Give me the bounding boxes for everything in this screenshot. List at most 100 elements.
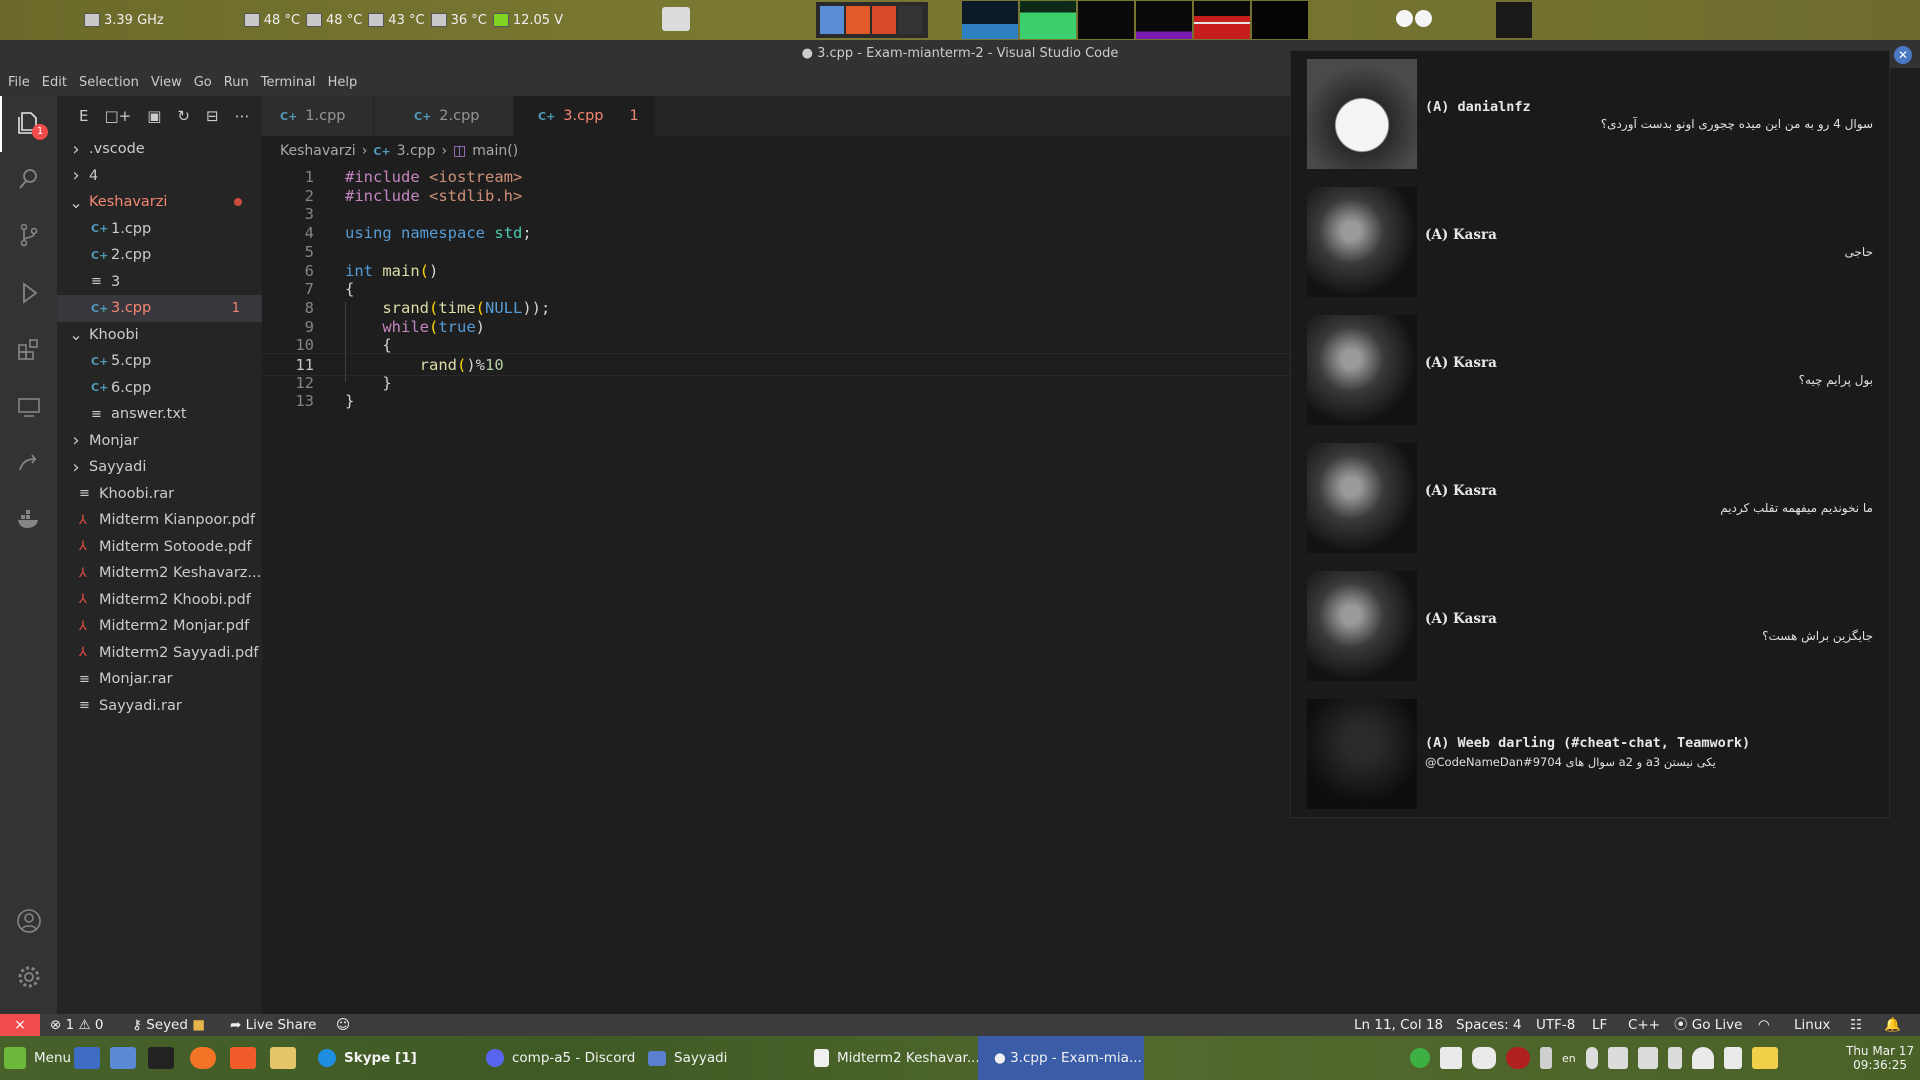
docker-icon[interactable] <box>14 504 44 534</box>
taskbar-skype[interactable]: Skype [1] <box>310 1036 425 1080</box>
tree-item[interactable]: ⅄ Midterm2 Monjar.pdf <box>57 613 262 640</box>
discord-tray-icon[interactable] <box>1472 1047 1496 1069</box>
taskbar-vscode[interactable]: ● 3.cpp - Exam-mia... <box>978 1036 1144 1080</box>
breadcrumb-folder[interactable]: Keshavarzi <box>280 143 356 159</box>
live-share-icon[interactable] <box>14 448 44 478</box>
update-check-icon[interactable] <box>1410 1048 1430 1068</box>
tree-item[interactable]: › 4 <box>57 163 262 190</box>
workspace-switcher-icon[interactable] <box>662 7 690 31</box>
accounts-icon[interactable] <box>14 906 44 936</box>
cpu-monitor[interactable]: 3.39 GHz <box>84 13 164 28</box>
tree-item[interactable]: ≡ Sayyadi.rar <box>57 693 262 720</box>
tree-item[interactable]: ⅄ Midterm2 Sayyadi.pdf <box>57 640 262 667</box>
tree-item[interactable]: ≡ answer.txt <box>57 401 262 428</box>
new-file-icon[interactable]: □+ <box>104 107 131 125</box>
cursor-position[interactable]: Ln 11, Col 18 <box>1354 1014 1443 1036</box>
tree-item[interactable]: ≡ 3 <box>57 269 262 296</box>
code-editor[interactable]: 1 #include <iostream> 2 #include <stdlib.h>… <box>262 162 1290 1014</box>
files-icon[interactable] <box>110 1036 136 1080</box>
tree-item[interactable]: ⅄ Midterm Sotoode.pdf <box>57 534 262 561</box>
platform-indicator[interactable]: Linux <box>1794 1014 1830 1036</box>
vscode-tray-icon[interactable] <box>1440 1047 1462 1069</box>
tree-item[interactable]: › Monjar <box>57 428 262 455</box>
tree-item[interactable]: ⅄ Midterm2 Keshavarz... <box>57 560 262 587</box>
installer-icon[interactable] <box>270 1036 296 1080</box>
terminal-icon[interactable] <box>148 1036 174 1080</box>
remote-explorer-icon[interactable] <box>14 392 44 422</box>
tree-item[interactable]: ⅄ Midterm Kianpoor.pdf <box>57 507 262 534</box>
tree-item[interactable]: ≡ Khoobi.rar <box>57 481 262 508</box>
notification-item[interactable]: (A) danialnfz سوال 4 رو به من این میده چج… <box>1299 59 1883 171</box>
collapse-all-icon[interactable]: ⊟ <box>206 107 219 125</box>
language-mode[interactable]: C++ <box>1628 1014 1660 1036</box>
notes-icon[interactable] <box>1751 1047 1778 1069</box>
menu-terminal[interactable]: Terminal <box>255 75 322 90</box>
tree-item[interactable]: C+ 6.cpp <box>57 375 262 402</box>
tree-item[interactable]: ≡ Monjar.rar <box>57 666 262 693</box>
pinned-app-icons[interactable] <box>816 2 928 38</box>
tab-2-cpp[interactable]: C+ 2.cpp <box>374 96 514 136</box>
tree-item[interactable]: C+ 5.cpp <box>57 348 262 375</box>
feedback-icon[interactable]: ☷ <box>1850 1014 1862 1036</box>
notification-item[interactable]: (A) Kasra ما نخوندیم میفهمه تقلب کردیم <box>1299 443 1883 555</box>
taskbar-discord[interactable]: comp-a5 - Discord <box>478 1036 643 1080</box>
run-debug-icon[interactable] <box>14 278 44 308</box>
clipboard-icon[interactable] <box>1723 1047 1742 1069</box>
notification-item[interactable]: (A) Weeb darling (#cheat-chat, Teamwork)… <box>1299 699 1883 811</box>
menu-view[interactable]: View <box>145 75 188 90</box>
taskbar-pdf-viewer[interactable]: Midterm2 Keshavar... <box>806 1036 988 1080</box>
menu-help[interactable]: Help <box>322 75 364 90</box>
terminal-icon[interactable] <box>898 6 922 34</box>
show-desktop-icon[interactable] <box>74 1036 100 1080</box>
breadcrumb-symbol[interactable]: main() <box>472 143 518 159</box>
volume-icon[interactable] <box>1607 1047 1628 1069</box>
temp-monitor-2[interactable]: 48 °C <box>306 13 362 28</box>
temp-monitor-1[interactable]: 48 °C <box>243 13 300 28</box>
more-actions-icon[interactable]: ⋯ <box>235 107 250 125</box>
refresh-icon[interactable]: ↻ <box>177 107 190 125</box>
menu-selection[interactable]: Selection <box>73 75 145 90</box>
remote-indicator-icon[interactable]: ⨯ <box>0 1014 40 1036</box>
feedback-smiley-icon[interactable]: ☺ <box>336 1014 350 1036</box>
notification-item[interactable]: (A) Kasra بول پرایم چیه؟ <box>1299 315 1883 427</box>
shield-icon[interactable] <box>1637 1047 1658 1069</box>
code-widget-icon[interactable] <box>1496 2 1532 38</box>
vscode-icon[interactable] <box>820 6 844 34</box>
menu-go[interactable]: Go <box>188 75 218 90</box>
account-status[interactable]: ⚷ Seyed ■ <box>132 1014 205 1036</box>
search-icon[interactable] <box>14 164 44 194</box>
settings-gear-icon[interactable] <box>14 962 44 992</box>
voltage-monitor[interactable]: 12.05 V <box>492 13 563 28</box>
menu-run[interactable]: Run <box>218 75 255 90</box>
code-line[interactable]: 13} <box>262 390 1290 413</box>
new-folder-icon[interactable]: ▣ <box>147 107 161 125</box>
start-menu-button[interactable]: Menu <box>4 1036 71 1080</box>
menu-file[interactable]: File <box>2 75 36 90</box>
breadcrumb-file[interactable]: 3.cpp <box>397 143 436 159</box>
wifi-icon[interactable] <box>1691 1047 1714 1069</box>
live-share-button[interactable]: ➦ Live Share <box>230 1014 316 1036</box>
menu-edit[interactable]: Edit <box>36 75 73 90</box>
tree-item[interactable]: ⌄ Keshavarzi <box>57 189 262 216</box>
brave-icon[interactable] <box>846 6 870 34</box>
tree-item[interactable]: C+ 3.cpp 1 <box>57 295 262 322</box>
tree-item[interactable]: C+ 2.cpp <box>57 242 262 269</box>
keyboard-layout[interactable]: en <box>1562 1052 1576 1065</box>
brave-icon[interactable] <box>230 1036 256 1080</box>
tree-item[interactable]: ⅄ Midterm2 Khoobi.pdf <box>57 587 262 614</box>
taskbar-sayyadi-folder[interactable]: Sayyadi <box>640 1036 735 1080</box>
problems-indicator[interactable]: ⊗ 1 ⚠ 0 <box>50 1014 104 1036</box>
speaker-icon[interactable] <box>1667 1047 1682 1069</box>
firefox-icon[interactable] <box>190 1036 216 1080</box>
tab-3-cpp[interactable]: C+ 3.cpp 1 <box>514 96 656 136</box>
clock[interactable]: Thu Mar 17 09:36:25 <box>1846 1036 1914 1080</box>
tree-item[interactable]: C+ 1.cpp <box>57 216 262 243</box>
indentation[interactable]: Spaces: 4 <box>1456 1014 1522 1036</box>
notifications-bell-icon[interactable]: 🔔 <box>1884 1014 1901 1036</box>
tree-item[interactable]: › .vscode <box>57 136 262 163</box>
tree-item[interactable]: › Sayyadi <box>57 454 262 481</box>
notification-item[interactable]: (A) Kasra جایگزین براش هست؟ <box>1299 571 1883 683</box>
recorder-icon[interactable] <box>1506 1047 1530 1069</box>
close-notification-icon[interactable]: ✕ <box>1894 46 1912 64</box>
encoding[interactable]: UTF-8 <box>1536 1014 1575 1036</box>
